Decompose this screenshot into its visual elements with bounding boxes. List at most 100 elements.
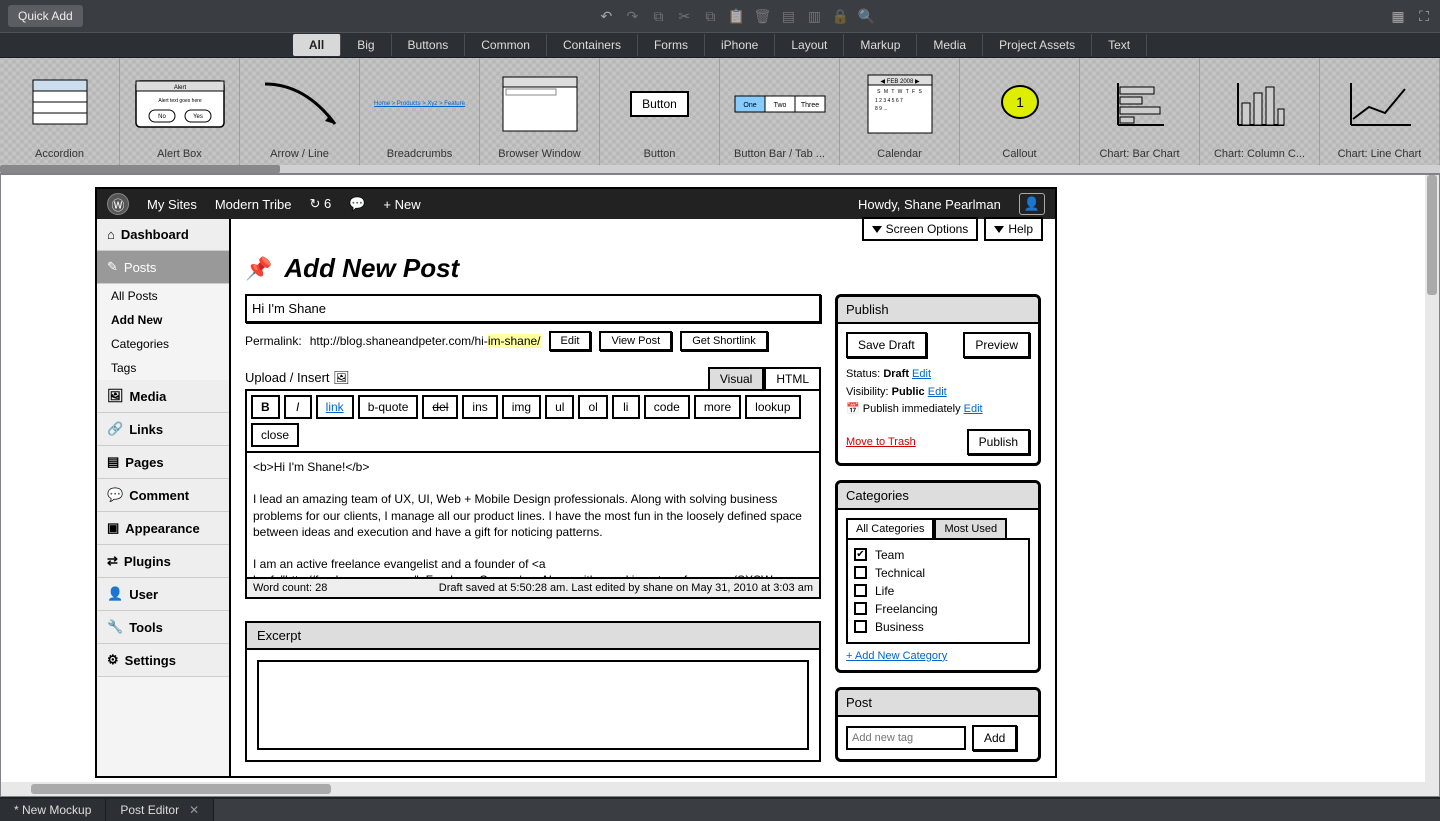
preview-button[interactable]: Preview	[963, 332, 1030, 358]
bring-front-icon[interactable]: ▤	[780, 8, 796, 24]
sidebar-item-posts[interactable]: ✎Posts	[97, 251, 229, 284]
category-item[interactable]: Freelancing	[854, 600, 1022, 618]
lib-item-calendar[interactable]: ◀ FEB 2008 ▶S M T W T F S1 2 3 4 5 6 78 …	[840, 58, 960, 166]
schedule-edit-link[interactable]: Edit	[964, 403, 983, 415]
help-button[interactable]: Help	[984, 217, 1043, 241]
visibility-edit-link[interactable]: Edit	[928, 386, 947, 398]
ed-ol-button[interactable]: ol	[578, 395, 607, 419]
library-scrollbar[interactable]	[0, 165, 1440, 173]
checkbox-icon[interactable]: ✔	[854, 548, 867, 561]
ed-link-button[interactable]: link	[316, 395, 354, 419]
add-new-category-link[interactable]: + Add New Category	[846, 650, 1030, 662]
save-draft-button[interactable]: Save Draft	[846, 332, 927, 358]
cat-tab-containers[interactable]: Containers	[547, 34, 638, 56]
add-tag-button[interactable]: Add	[972, 725, 1017, 751]
markup-toggle-icon[interactable]: ▦	[1390, 8, 1406, 24]
adminbar-refresh[interactable]: ↻ 6	[309, 196, 331, 212]
fullscreen-icon[interactable]: ⛶	[1416, 8, 1432, 24]
undo-icon[interactable]: ↶	[598, 8, 614, 24]
sidebar-item-settings[interactable]: ⚙Settings	[97, 644, 229, 677]
delete-icon[interactable]: 🗑	[754, 8, 770, 24]
sidebar-item-pages[interactable]: ▤Pages	[97, 446, 229, 479]
ed-close-button[interactable]: close	[251, 423, 299, 447]
lib-item-button[interactable]: Button Button	[600, 58, 720, 166]
adminbar-brand[interactable]: Modern Tribe	[215, 197, 292, 212]
search-icon[interactable]: 🔍	[858, 8, 874, 24]
redo-icon[interactable]: ↷	[624, 8, 640, 24]
cat-tab-all[interactable]: All	[293, 34, 341, 56]
cat-tab-text[interactable]: Text	[1092, 34, 1147, 56]
lib-item-line-chart[interactable]: Chart: Line Chart	[1320, 58, 1440, 166]
sidebar-subitem-tags[interactable]: Tags	[97, 356, 229, 380]
lib-item-arrow[interactable]: Arrow / Line	[240, 58, 360, 166]
ed-ul-button[interactable]: ul	[545, 395, 574, 419]
ed-lookup-button[interactable]: lookup	[745, 395, 800, 419]
wp-logo-icon[interactable]: Ⓦ	[107, 193, 129, 215]
sidebar-subitem-all-posts[interactable]: All Posts	[97, 284, 229, 308]
sidebar-item-user[interactable]: 👤User	[97, 578, 229, 611]
doc-tab-new-mockup[interactable]: * New Mockup	[0, 799, 106, 821]
editor-tab-html[interactable]: HTML	[764, 367, 821, 389]
canvas-scrollbar-h[interactable]	[1, 782, 1425, 796]
sidebar-item-appearance[interactable]: ▣Appearance	[97, 512, 229, 545]
adminbar-comment-icon[interactable]: 💬	[349, 196, 365, 212]
category-item[interactable]: Technical	[854, 564, 1022, 582]
doc-tab-post-editor[interactable]: Post Editor✕	[106, 799, 214, 821]
lib-item-bar-chart[interactable]: Chart: Bar Chart	[1080, 58, 1200, 166]
cat-tab-project-assets[interactable]: Project Assets	[983, 34, 1092, 56]
ed-bold-button[interactable]: B	[251, 395, 280, 419]
cat-tab-big[interactable]: Big	[341, 34, 391, 56]
permalink-edit-button[interactable]: Edit	[549, 331, 592, 351]
copy-icon[interactable]: ⧉	[702, 8, 718, 24]
adminbar-my-sites[interactable]: My Sites	[147, 197, 197, 212]
permalink-slug[interactable]: im-shane/	[488, 334, 541, 348]
adminbar-howdy[interactable]: Howdy, Shane Pearlman	[858, 197, 1001, 212]
lib-item-browser-window[interactable]: Browser Window	[480, 58, 600, 166]
close-icon[interactable]: ✕	[189, 803, 199, 817]
send-back-icon[interactable]: ▥	[806, 8, 822, 24]
sidebar-item-dashboard[interactable]: ⌂Dashboard	[97, 219, 229, 251]
quick-add-field[interactable]: Quick Add	[8, 5, 83, 27]
lib-item-breadcrumbs[interactable]: Home > Products > Xyz > Feature Breadcru…	[360, 58, 480, 166]
sidebar-item-comment[interactable]: 💬Comment	[97, 479, 229, 512]
lib-item-accordion[interactable]: Accordion	[0, 58, 120, 166]
cat-tab-all-categories[interactable]: All Categories	[846, 518, 934, 538]
lock-icon[interactable]: 🔒	[832, 8, 848, 24]
category-item[interactable]: Life	[854, 582, 1022, 600]
checkbox-icon[interactable]	[854, 566, 867, 579]
publish-button[interactable]: Publish	[967, 429, 1030, 455]
sidebar-item-plugins[interactable]: ⇄Plugins	[97, 545, 229, 578]
editor-tab-visual[interactable]: Visual	[708, 367, 764, 389]
tag-input[interactable]	[846, 726, 966, 750]
cat-tab-media[interactable]: Media	[917, 34, 983, 56]
media-upload-icon[interactable]: 🖼	[333, 370, 350, 385]
ed-li-button[interactable]: li	[612, 395, 640, 419]
cat-tab-buttons[interactable]: Buttons	[392, 34, 466, 56]
sidebar-subitem-add-new[interactable]: Add New	[97, 308, 229, 332]
sidebar-item-media[interactable]: 🖼Media	[97, 380, 229, 413]
lib-item-callout[interactable]: 1 Callout	[960, 58, 1080, 166]
cat-tab-iphone[interactable]: iPhone	[705, 34, 775, 56]
checkbox-icon[interactable]	[854, 584, 867, 597]
cat-tab-markup[interactable]: Markup	[844, 34, 917, 56]
sidebar-subitem-categories[interactable]: Categories	[97, 332, 229, 356]
cat-tab-common[interactable]: Common	[465, 34, 547, 56]
post-title-input[interactable]	[245, 294, 821, 323]
checkbox-icon[interactable]	[854, 602, 867, 615]
screen-options-button[interactable]: Screen Options	[862, 217, 979, 241]
editor-body[interactable]: <b>Hi I'm Shane!</b> I lead an amazing t…	[245, 453, 821, 579]
move-to-trash-link[interactable]: Move to Trash	[846, 436, 916, 448]
ed-italic-button[interactable]: I	[284, 395, 312, 419]
ed-bquote-button[interactable]: b-quote	[358, 395, 419, 419]
cat-tab-layout[interactable]: Layout	[775, 34, 844, 56]
category-item[interactable]: Business	[854, 618, 1022, 636]
view-post-button[interactable]: View Post	[599, 331, 672, 351]
status-edit-link[interactable]: Edit	[912, 368, 931, 380]
ed-del-button[interactable]: del	[422, 395, 458, 419]
get-shortlink-button[interactable]: Get Shortlink	[680, 331, 768, 351]
sidebar-item-tools[interactable]: 🔧Tools	[97, 611, 229, 644]
lib-item-alert-box[interactable]: AlertAlert text goes hereNoYes Alert Box	[120, 58, 240, 166]
excerpt-textarea[interactable]	[257, 660, 809, 750]
ed-more-button[interactable]: more	[694, 395, 741, 419]
cat-tab-most-used[interactable]: Most Used	[934, 518, 1007, 538]
